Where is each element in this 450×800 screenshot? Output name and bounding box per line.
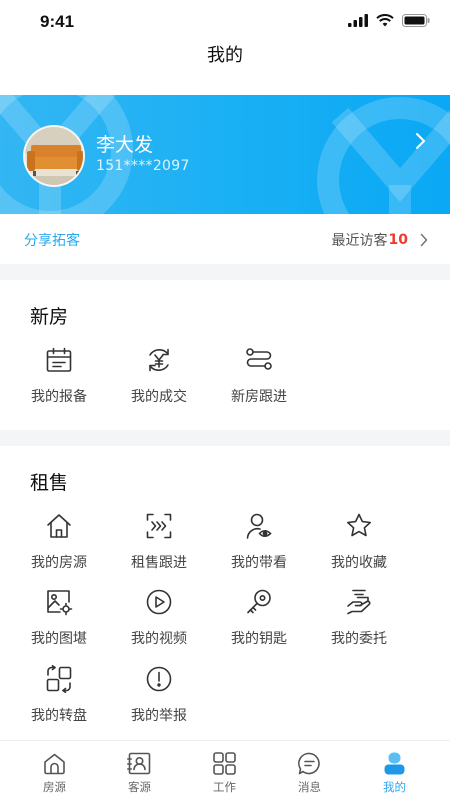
menu-label: 我的钥匙	[231, 631, 287, 647]
menu-label: 我的收藏	[331, 555, 387, 571]
menu-label: 我的图堪	[31, 631, 87, 647]
recent-visitors[interactable]: 最近访客 10	[332, 230, 428, 250]
photo-settings-icon	[47, 590, 73, 616]
chevron-right-icon[interactable]	[414, 131, 428, 151]
share-link[interactable]: 分享拓客	[24, 230, 80, 250]
recent-visitors-count: 10	[388, 232, 408, 248]
menu-label: 我的举报	[131, 708, 187, 724]
menu-my-deals[interactable]: 我的成交	[109, 346, 209, 414]
tab-label: 消息	[298, 780, 321, 794]
menu-label: 我的视频	[131, 631, 187, 647]
menu-new-house-follow[interactable]: 新房跟进	[209, 346, 309, 414]
person-eye-icon	[246, 513, 272, 539]
status-time: 9:41	[40, 12, 75, 31]
key-icon	[247, 589, 271, 614]
menu-my-keys[interactable]: 我的钥匙	[209, 588, 309, 656]
house-tab-icon	[44, 753, 65, 775]
recent-visitors-label: 最近访客	[331, 233, 388, 249]
rent-sale-section: 租售 我的房源 租售跟进 我的带看 我的收藏 我的图堪 我的视频 我的钥匙 我的…	[0, 446, 450, 740]
status-icons	[348, 14, 430, 27]
tab-label: 我的	[383, 780, 406, 794]
tab-label: 客源	[128, 780, 151, 794]
tab-messages[interactable]: 消息	[267, 741, 352, 800]
new-house-section: 新房 我的报备 我的成交 新房跟进	[0, 280, 450, 430]
wifi-icon	[376, 14, 394, 27]
nav-bar: 我的	[0, 44, 450, 96]
battery-icon	[402, 14, 430, 27]
menu-my-transfer[interactable]: 我的转盘	[9, 665, 109, 733]
menu-my-favorites[interactable]: 我的收藏	[309, 512, 409, 580]
scan-forward-icon	[146, 513, 172, 539]
tab-label: 房源	[43, 780, 66, 794]
user-tab-icon	[384, 752, 405, 775]
follow-flow-icon	[246, 348, 272, 370]
menu-my-viewings[interactable]: 我的带看	[209, 512, 309, 580]
play-circle-icon	[146, 589, 172, 615]
menu-my-photos[interactable]: 我的图堪	[9, 588, 109, 656]
menu-rent-follow[interactable]: 租售跟进	[109, 512, 209, 580]
yuan-exchange-icon	[149, 348, 169, 372]
hand-document-icon	[347, 589, 371, 615]
menu-label: 新房跟进	[231, 389, 287, 405]
transfer-icon	[46, 665, 72, 693]
alert-circle-icon	[146, 666, 172, 692]
user-name: 李大发	[96, 134, 154, 156]
menu-label: 我的带看	[231, 555, 287, 571]
menu-my-listings[interactable]: 我的房源	[9, 512, 109, 580]
menu-my-videos[interactable]: 我的视频	[109, 588, 209, 656]
tab-label: 工作	[213, 780, 236, 794]
section-title: 新房	[30, 306, 69, 328]
house-icon	[47, 514, 71, 538]
menu-my-entrust[interactable]: 我的委托	[309, 588, 409, 656]
section-title: 租售	[30, 472, 69, 494]
page-title: 我的	[207, 45, 243, 66]
menu-my-report[interactable]: 我的报备	[9, 346, 109, 414]
message-bubble-icon	[298, 752, 320, 775]
bottom-tab-bar: 房源 客源 工作 消息 我的	[0, 740, 450, 800]
grid-apps-icon	[213, 752, 236, 775]
tab-listings[interactable]: 房源	[12, 741, 97, 800]
tab-clients[interactable]: 客源	[97, 741, 182, 800]
avatar[interactable]	[23, 125, 85, 187]
contact-card-icon	[127, 752, 151, 775]
menu-my-reports[interactable]: 我的举报	[109, 665, 209, 733]
share-row: 分享拓客 最近访客 10	[0, 214, 450, 264]
menu-label: 我的房源	[31, 555, 87, 571]
tab-work[interactable]: 工作	[182, 741, 267, 800]
chevron-right-icon	[420, 233, 428, 247]
menu-label: 我的委托	[331, 631, 387, 647]
menu-label: 租售跟进	[131, 555, 187, 571]
status-bar: 9:41	[0, 0, 450, 44]
user-phone: 151****2097	[96, 158, 190, 174]
profile-banner[interactable]: 李大发 151****2097	[0, 95, 450, 214]
menu-label: 我的报备	[31, 389, 87, 405]
star-icon	[347, 513, 371, 537]
menu-label: 我的成交	[131, 389, 187, 405]
tab-me[interactable]: 我的	[352, 741, 437, 800]
signal-icon	[348, 14, 368, 27]
calendar-icon	[46, 347, 72, 372]
menu-label: 我的转盘	[31, 708, 87, 724]
